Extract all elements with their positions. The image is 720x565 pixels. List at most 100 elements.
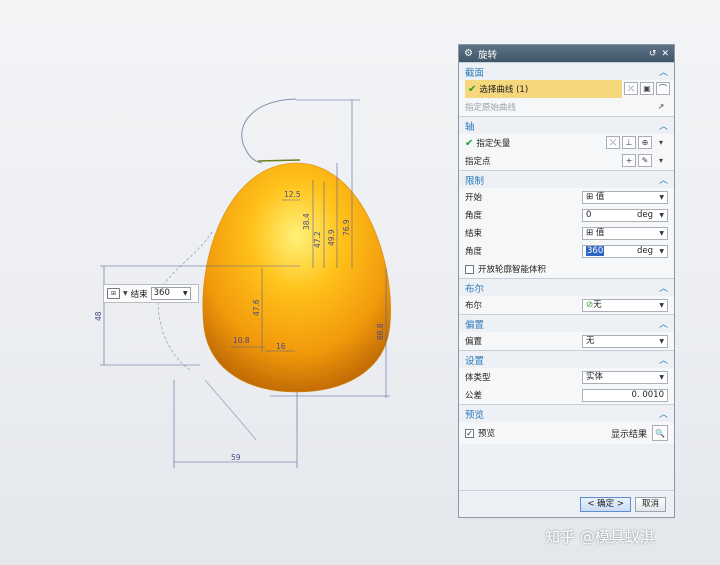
end-angle-row: 角度 360 deg ▼ <box>459 242 674 260</box>
end-angle-value: 360 <box>586 245 605 256</box>
preview-row: ✓ 预览 显示结果 🔍 <box>459 422 674 444</box>
floating-mini-toolbar: ⊞ ▼ 结束 360 ▼ <box>103 284 199 303</box>
dim-48: 48 <box>94 311 103 321</box>
chevron-down-icon[interactable]: ▾ <box>654 154 668 167</box>
chevron-up-icon[interactable]: ︿ <box>659 173 668 186</box>
section-header[interactable]: 截面 ︿ <box>459 63 674 80</box>
axis-line <box>257 159 301 162</box>
watermark: 知乎 @模具蚁淇 <box>545 528 655 546</box>
boolean-select[interactable]: ⊘无 ▼ <box>582 298 668 312</box>
start-angle-row: 角度 0 deg ▼ <box>459 206 674 224</box>
tolerance-row: 公差 0. 0010 <box>459 386 674 404</box>
cancel-button[interactable]: 取消 <box>634 496 666 512</box>
tolerance-input[interactable]: 0. 0010 <box>582 388 668 402</box>
point-row[interactable]: 指定点 + ✎ ▾ <box>459 152 674 170</box>
dialog-titlebar: ⚙ 旋转 ↺ ✕ <box>459 45 674 62</box>
dialog-title: 旋转 <box>477 49 497 61</box>
dim-59: 59 <box>231 453 241 462</box>
chevron-down-icon: ▼ <box>659 373 664 381</box>
check-icon: ✔ <box>468 83 477 95</box>
chevron-up-icon[interactable]: ︿ <box>659 353 668 366</box>
start-angle-value: 0 <box>586 209 592 220</box>
close-icon[interactable]: ✕ <box>661 49 669 59</box>
curve-icon[interactable]: ⌒ <box>656 82 670 95</box>
limit-type-icon[interactable]: ⊞ <box>107 288 120 299</box>
settings-title: 设置 <box>465 355 485 367</box>
offset-value: 无 <box>586 335 595 346</box>
limits-header[interactable]: 限制 ︿ <box>459 171 674 188</box>
start-type-select[interactable]: ⊞ 值 ▼ <box>582 190 668 204</box>
dim-76-9: 76.9 <box>342 219 351 236</box>
axis-title: 轴 <box>465 121 475 133</box>
offset-section: 偏置 ︿ 偏置 无 ▼ <box>459 314 674 350</box>
chevron-up-icon[interactable]: ︿ <box>659 281 668 294</box>
end-row: 结束 ⊞ 值 ▼ <box>459 224 674 242</box>
mini-end-value-input[interactable]: 360 ▼ <box>150 287 191 300</box>
end-angle-input[interactable]: 360 deg ▼ <box>582 244 668 258</box>
offset-header[interactable]: 偏置 ︿ <box>459 315 674 332</box>
vector-dialog-icon[interactable]: ⊕ <box>638 136 652 149</box>
boolean-header[interactable]: 布尔 ︿ <box>459 279 674 296</box>
origin-curve-row[interactable]: 指定原始曲线 ↗ <box>459 98 674 116</box>
offset-row: 偏置 无 ▼ <box>459 332 674 350</box>
end-type-select[interactable]: ⊞ 值 ▼ <box>582 226 668 240</box>
preview-section: 预览 ︿ ✓ 预览 显示结果 🔍 <box>459 404 674 444</box>
start-type-value: 值 <box>595 191 605 202</box>
dim-49-9: 49.9 <box>327 229 336 246</box>
profile-lower <box>204 379 257 441</box>
point-picker-icon[interactable]: ✎ <box>638 154 652 167</box>
axis-header[interactable]: 轴 ︿ <box>459 117 674 134</box>
body-type-row: 体类型 实体 ▼ <box>459 368 674 386</box>
open-profile-row[interactable]: 开放轮廓智能体积 <box>459 260 674 278</box>
chevron-up-icon[interactable]: ︿ <box>659 407 668 420</box>
vector-icon[interactable]: ⊥ <box>622 136 636 149</box>
open-profile-label: 开放轮廓智能体积 <box>478 265 547 275</box>
settings-header[interactable]: 设置 ︿ <box>459 351 674 368</box>
dim-12-5: 12.5 <box>284 190 301 199</box>
section-curve <box>241 98 297 164</box>
graphics-viewport[interactable]: 12.5 38.4 47.2 49.9 76.9 48 47.6 10.8 16… <box>0 0 455 565</box>
preview-checkbox-label: 预览 <box>478 429 496 439</box>
section-title: 截面 <box>465 67 485 79</box>
chevron-up-icon[interactable]: ︿ <box>659 317 668 330</box>
mini-end-label: 结束 <box>130 289 148 300</box>
open-profile-checkbox[interactable] <box>465 264 474 274</box>
start-angle-input[interactable]: 0 deg ▼ <box>582 208 668 222</box>
model-drawing: 12.5 38.4 47.2 49.9 76.9 48 47.6 10.8 16… <box>94 98 391 468</box>
ok-button[interactable]: < 确定 > <box>580 496 631 512</box>
reset-icon[interactable]: ↺ <box>649 49 657 59</box>
origin-curve-label: 指定原始曲线 <box>465 103 517 113</box>
reverse-direction-icon[interactable]: ⤫ <box>606 136 620 149</box>
limit-type-dropdown-icon[interactable]: ▼ <box>123 290 128 297</box>
gear-icon[interactable]: ⚙ <box>464 48 473 59</box>
dim-47-2: 47.2 <box>313 231 322 248</box>
boolean-section: 布尔 ︿ 布尔 ⊘无 ▼ <box>459 278 674 314</box>
chevron-down-icon: ▼ <box>183 290 188 297</box>
limits-section: 限制 ︿ 开始 ⊞ 值 ▼ 角度 0 deg ▼ 结束 ⊞ 值 ▼ 角度 360 deg ▼… <box>459 170 674 278</box>
dim-38-4: 38.4 <box>302 213 311 230</box>
select-curve-row[interactable]: ✔ 选择曲线 (1) ⤫ ▣ ⌒ <box>465 80 670 98</box>
dim-68-8: 68.8 <box>376 323 385 340</box>
settings-section: 设置 ︿ 体类型 实体 ▼ 公差 0. 0010 <box>459 350 674 404</box>
section-section: 截面 ︿ ✔ 选择曲线 (1) ⤫ ▣ ⌒ 指定原始曲线 ↗ <box>459 62 674 116</box>
dim-16: 16 <box>276 342 286 351</box>
sketch-section-icon[interactable]: ▣ <box>640 82 654 95</box>
point-dialog-icon[interactable]: + <box>622 154 636 167</box>
chevron-down-icon: ▼ <box>659 301 664 309</box>
end-angle-unit: deg <box>636 245 653 256</box>
end-type-value: 值 <box>595 227 605 238</box>
offset-select[interactable]: 无 ▼ <box>582 334 668 348</box>
vector-row[interactable]: ✔ 指定矢量 ⤫ ⊥ ⊕ ▾ <box>459 134 674 152</box>
show-result-button[interactable]: 🔍 <box>652 425 668 441</box>
body-type-select[interactable]: 实体 ▼ <box>582 370 668 384</box>
origin-curve-icon[interactable]: ↗ <box>654 100 668 113</box>
preview-checkbox[interactable]: ✓ <box>465 428 474 438</box>
preview-header[interactable]: 预览 ︿ <box>459 405 674 422</box>
curve-rule-icon[interactable]: ⤫ <box>624 82 638 95</box>
chevron-down-icon[interactable]: ▾ <box>654 136 668 149</box>
check-icon: ✔ <box>465 137 474 149</box>
chevron-up-icon[interactable]: ︿ <box>659 65 668 78</box>
dialog-button-bar: < 确定 > 取消 <box>459 490 674 517</box>
chevron-up-icon[interactable]: ︿ <box>659 119 668 132</box>
boolean-row: 布尔 ⊘无 ▼ <box>459 296 674 314</box>
